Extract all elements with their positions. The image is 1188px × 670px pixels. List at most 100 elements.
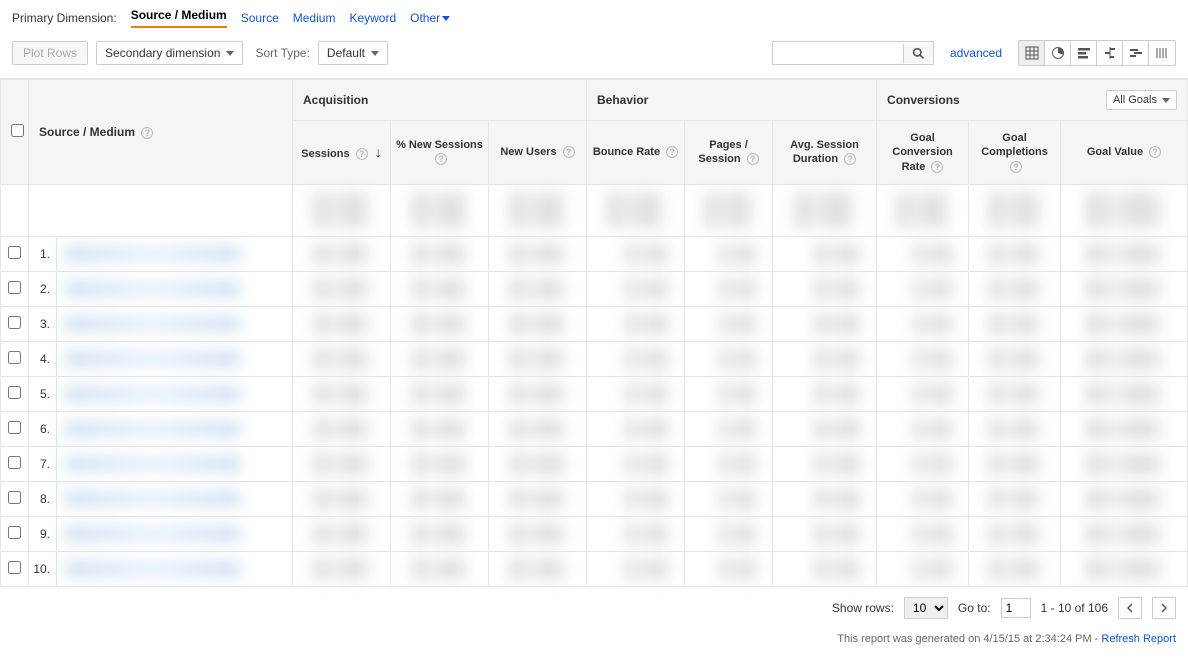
row-dimension-cell[interactable] [57, 236, 293, 271]
metric-cell [489, 271, 587, 306]
view-pivot-button[interactable] [1149, 41, 1175, 65]
col-new-users[interactable]: New Users ? [489, 121, 587, 185]
col-bounce-rate[interactable]: Bounce Rate ? [587, 121, 685, 185]
help-icon[interactable]: ? [141, 127, 153, 139]
metric-cell [1061, 551, 1188, 586]
metric-cell [1061, 306, 1188, 341]
metric-cell [1061, 341, 1188, 376]
row-checkbox[interactable] [8, 561, 21, 574]
view-table-button[interactable] [1019, 41, 1045, 65]
range-text: 1 - 10 of 106 [1041, 601, 1108, 615]
dimension-tab-keyword[interactable]: Keyword [349, 11, 396, 25]
metric-cell [969, 376, 1061, 411]
metric-cell [1061, 446, 1188, 481]
col-avg-duration[interactable]: Avg. Session Duration ? [773, 121, 877, 185]
pivot-icon [1155, 46, 1169, 60]
metric-cell [391, 551, 489, 586]
metric-cell [685, 376, 773, 411]
row-checkbox[interactable] [8, 281, 21, 294]
help-icon[interactable]: ? [435, 153, 447, 165]
row-dimension-cell[interactable] [57, 306, 293, 341]
metric-cell [391, 236, 489, 271]
col-pages-session[interactable]: Pages / Session ? [685, 121, 773, 185]
secondary-dimension-dropdown[interactable]: Secondary dimension [96, 41, 243, 65]
select-all-checkbox[interactable] [11, 124, 24, 137]
metric-cell [1061, 236, 1188, 271]
table-icon [1025, 46, 1039, 60]
row-dimension-cell[interactable] [57, 411, 293, 446]
search-button[interactable] [903, 44, 933, 63]
row-dimension-cell[interactable] [57, 271, 293, 306]
next-page-button[interactable] [1152, 597, 1176, 619]
sort-type-dropdown[interactable]: Default [318, 41, 388, 65]
help-icon[interactable]: ? [1149, 146, 1161, 158]
refresh-report-link[interactable]: Refresh Report [1101, 633, 1176, 645]
conversions-group-header: Conversions All Goals [877, 80, 1188, 121]
help-icon[interactable]: ? [563, 146, 575, 158]
row-dimension-cell[interactable] [57, 551, 293, 586]
help-icon[interactable]: ? [931, 161, 943, 173]
metric-cell [969, 271, 1061, 306]
col-pct-new-sessions[interactable]: % New Sessions ? [391, 121, 489, 185]
help-icon[interactable]: ? [1010, 161, 1022, 173]
view-term-cloud-button[interactable] [1123, 41, 1149, 65]
caret-down-icon [1162, 98, 1170, 103]
metric-cell [877, 306, 969, 341]
row-checkbox[interactable] [8, 526, 21, 539]
row-checkbox[interactable] [8, 456, 21, 469]
row-checkbox[interactable] [8, 491, 21, 504]
help-icon[interactable]: ? [844, 153, 856, 165]
row-checkbox[interactable] [8, 351, 21, 364]
select-all-header [1, 80, 29, 185]
dimension-tab-other[interactable]: Other [410, 11, 450, 25]
col-goal-value[interactable]: Goal Value ? [1061, 121, 1188, 185]
metric-cell [391, 376, 489, 411]
metric-cell [489, 236, 587, 271]
dimension-column-header[interactable]: Source / Medium ? [29, 80, 293, 185]
col-conv-rate[interactable]: Goal Conversion Rate ? [877, 121, 969, 185]
col-completions[interactable]: Goal Completions ? [969, 121, 1061, 185]
metric-cell [773, 516, 877, 551]
row-checkbox[interactable] [8, 316, 21, 329]
row-dimension-cell[interactable] [57, 481, 293, 516]
metric-cell [969, 411, 1061, 446]
dimension-tab-source[interactable]: Source [241, 11, 279, 25]
dimension-tab-medium[interactable]: Medium [293, 11, 336, 25]
metric-cell [489, 306, 587, 341]
row-checkbox[interactable] [8, 246, 21, 259]
view-bar-button[interactable] [1071, 41, 1097, 65]
bar-icon [1077, 46, 1091, 60]
metric-cell [773, 481, 877, 516]
help-icon[interactable]: ? [747, 153, 759, 165]
chevron-right-icon [1160, 603, 1168, 613]
row-checkbox[interactable] [8, 386, 21, 399]
row-dimension-cell[interactable] [57, 341, 293, 376]
plot-rows-button[interactable]: Plot Rows [12, 41, 88, 65]
go-to-input[interactable] [1001, 598, 1031, 618]
metric-cell [391, 481, 489, 516]
search-input[interactable] [773, 42, 903, 64]
row-dimension-cell[interactable] [57, 516, 293, 551]
caret-down-icon [442, 16, 450, 21]
go-to-label: Go to: [958, 601, 991, 615]
metric-cell [1061, 411, 1188, 446]
show-rows-select[interactable]: 10 [904, 597, 948, 619]
metric-cell [877, 446, 969, 481]
view-pie-button[interactable] [1045, 41, 1071, 65]
col-sessions[interactable]: Sessions ? ↓ [293, 121, 391, 185]
help-icon[interactable]: ? [356, 148, 368, 160]
metric-cell [773, 236, 877, 271]
metric-cell [877, 236, 969, 271]
row-number: 6. [29, 411, 57, 446]
row-dimension-cell[interactable] [57, 446, 293, 481]
advanced-link[interactable]: advanced [950, 46, 1002, 60]
sort-desc-icon: ↓ [375, 143, 382, 161]
view-comparison-button[interactable] [1097, 41, 1123, 65]
metric-cell [293, 306, 391, 341]
row-checkbox[interactable] [8, 421, 21, 434]
prev-page-button[interactable] [1118, 597, 1142, 619]
row-dimension-cell[interactable] [57, 376, 293, 411]
help-icon[interactable]: ? [666, 146, 678, 158]
goals-dropdown[interactable]: All Goals [1106, 90, 1177, 110]
dimension-tab-source-medium[interactable]: Source / Medium [131, 8, 227, 28]
